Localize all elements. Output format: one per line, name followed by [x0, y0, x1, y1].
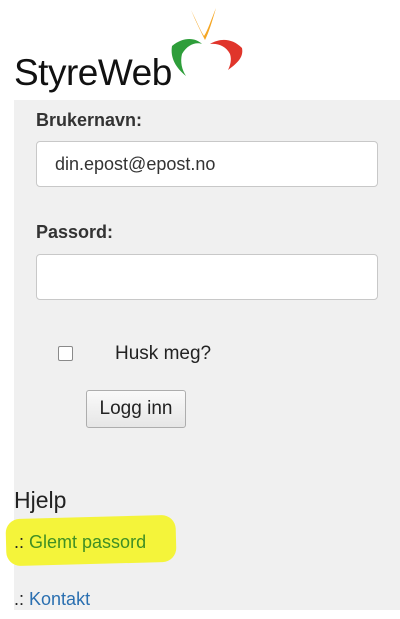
link-prefix: .:: [14, 532, 25, 552]
styreweb-logo: StyreWeb: [12, 6, 252, 93]
remember-me-checkbox[interactable]: [58, 346, 73, 361]
login-button[interactable]: Logg inn: [86, 390, 186, 428]
password-input[interactable]: [36, 254, 378, 300]
link-prefix: .:: [14, 589, 25, 609]
password-label: Passord:: [36, 222, 114, 242]
username-input[interactable]: [36, 141, 378, 187]
help-link-row-forgot-password: .: Glemt passord: [14, 532, 146, 553]
username-label: Brukernavn:: [36, 110, 143, 130]
logo-wordmark: StyreWeb: [14, 52, 172, 93]
forgot-password-link[interactable]: Glemt passord: [29, 532, 146, 552]
starburst-logo-icon: [171, 8, 243, 76]
help-link-row-contact: .: Kontakt: [14, 589, 90, 610]
remember-me-label: Husk meg?: [115, 343, 212, 364]
contact-link[interactable]: Kontakt: [29, 589, 90, 609]
help-heading: Hjelp: [14, 487, 67, 513]
